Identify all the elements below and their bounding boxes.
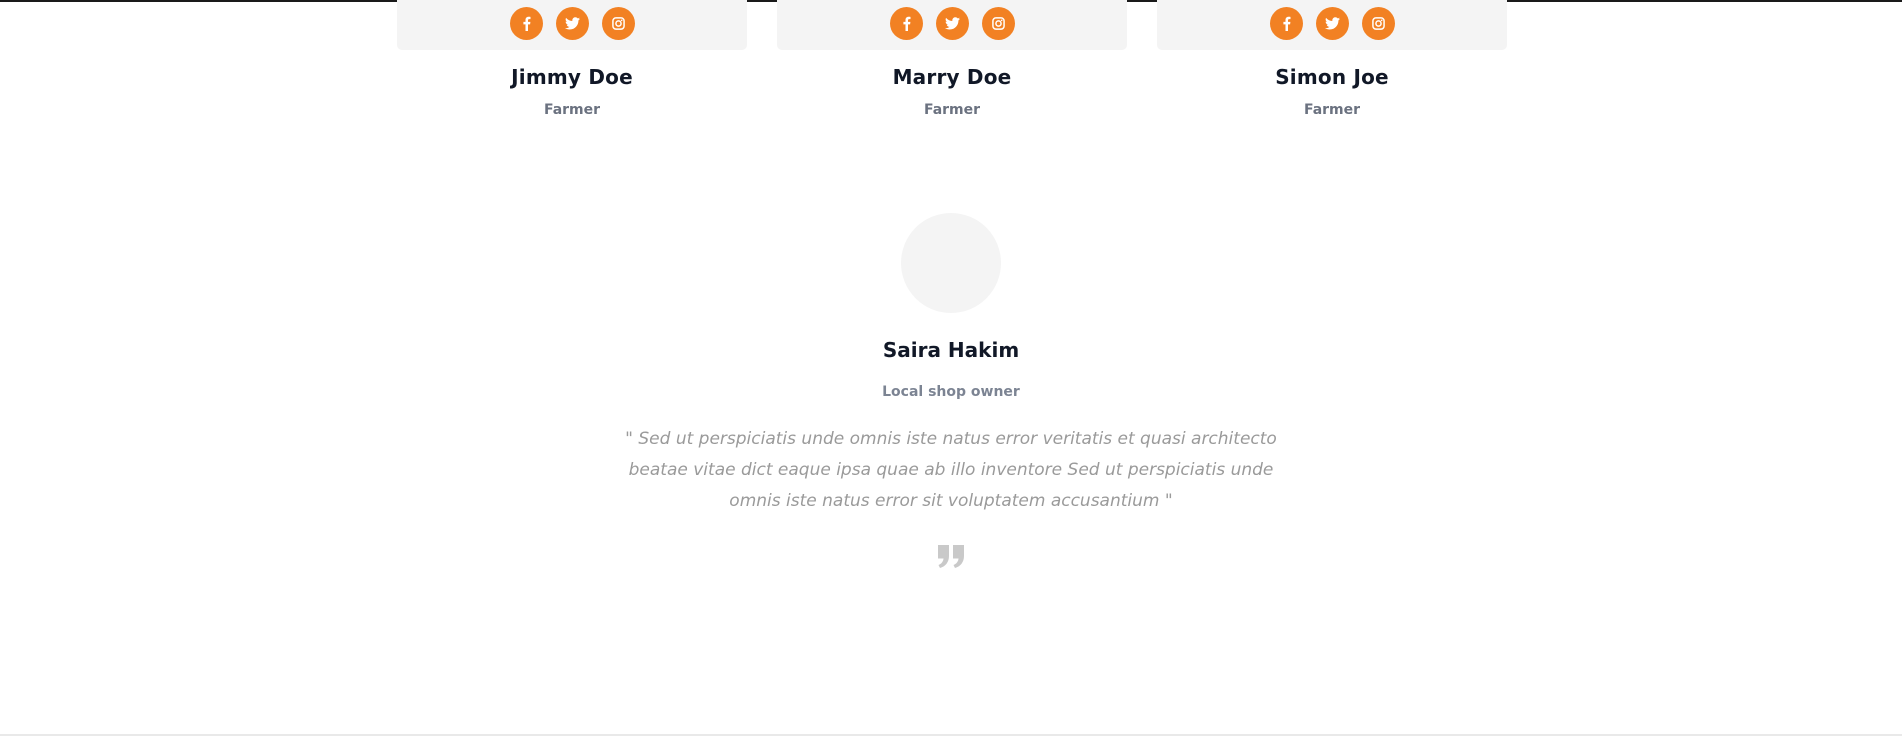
instagram-icon bbox=[611, 17, 625, 30]
twitter-icon bbox=[564, 17, 580, 30]
team-member-card: Simon Joe Farmer bbox=[1157, 0, 1507, 118]
twitter-link[interactable] bbox=[555, 7, 589, 40]
facebook-link[interactable] bbox=[1269, 7, 1303, 40]
twitter-icon bbox=[1324, 17, 1340, 30]
team-member-photo bbox=[777, 0, 1127, 50]
twitter-icon bbox=[944, 17, 960, 30]
twitter-link[interactable] bbox=[1315, 7, 1349, 40]
team-member-name: Marry Doe bbox=[892, 65, 1012, 89]
social-links bbox=[397, 7, 747, 40]
twitter-link[interactable] bbox=[935, 7, 969, 40]
team-member-card: Jimmy Doe Farmer bbox=[397, 0, 747, 118]
team-member-photo bbox=[397, 0, 747, 50]
team-member-role: Farmer bbox=[543, 102, 601, 118]
instagram-link[interactable] bbox=[1361, 7, 1395, 40]
testimonial-role: Local shop owner bbox=[882, 384, 1020, 400]
team-member-photo bbox=[1157, 0, 1507, 50]
team-member-role: Farmer bbox=[1303, 102, 1361, 118]
social-links bbox=[1157, 7, 1507, 40]
facebook-icon bbox=[522, 16, 530, 31]
facebook-icon bbox=[1282, 16, 1290, 31]
facebook-icon bbox=[902, 16, 910, 31]
team-member-card: Marry Doe Farmer bbox=[777, 0, 1127, 118]
testimonial-name: Saira Hakim bbox=[882, 338, 1020, 362]
instagram-icon bbox=[991, 17, 1005, 30]
facebook-link[interactable] bbox=[509, 7, 543, 40]
facebook-link[interactable] bbox=[889, 7, 923, 40]
team-member-role: Farmer bbox=[923, 102, 981, 118]
testimonial-quote: " Sed ut perspiciatis unde omnis iste na… bbox=[625, 429, 1277, 511]
team-member-name: Jimmy Doe bbox=[511, 65, 633, 89]
testimonial-section: Saira Hakim Local shop owner " Sed ut pe… bbox=[0, 213, 1902, 569]
instagram-link[interactable] bbox=[981, 7, 1015, 40]
social-links bbox=[777, 7, 1127, 40]
instagram-link[interactable] bbox=[601, 7, 635, 40]
avatar bbox=[901, 213, 1001, 313]
quote-icon bbox=[936, 543, 966, 569]
instagram-icon bbox=[1371, 17, 1385, 30]
team-member-name: Simon Joe bbox=[1275, 65, 1389, 89]
